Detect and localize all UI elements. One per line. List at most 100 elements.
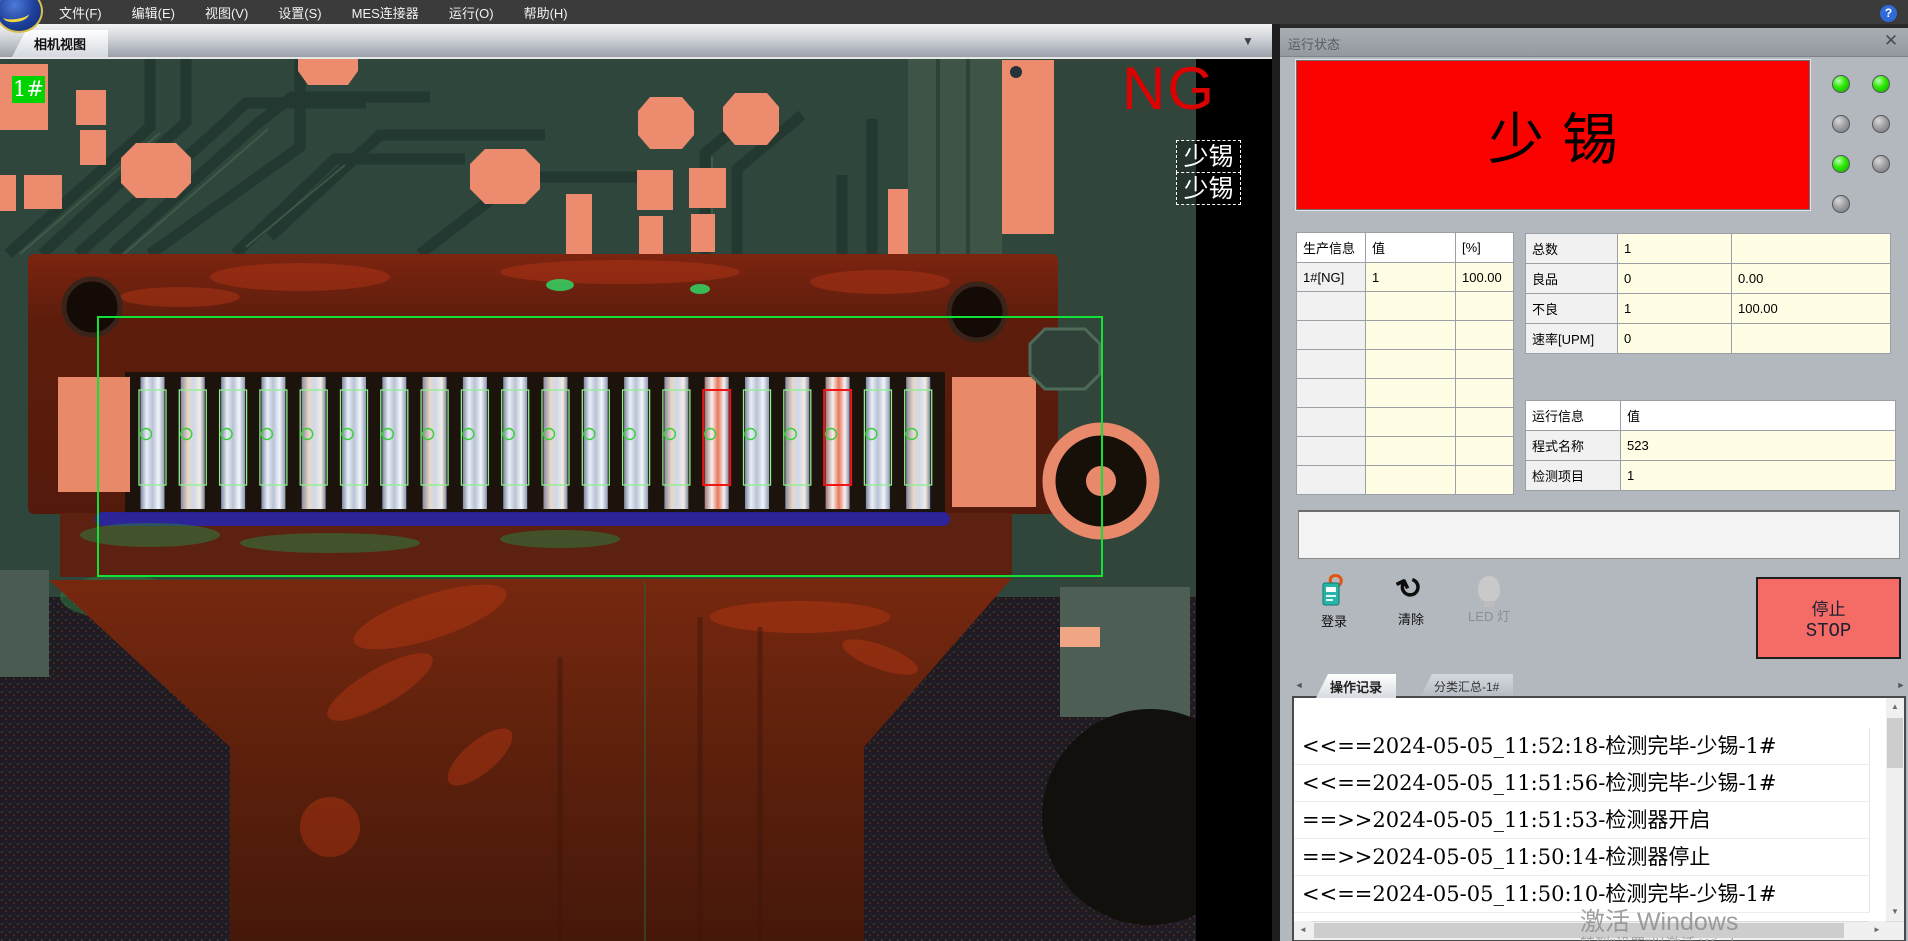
table-cell [1366, 408, 1456, 437]
table-cell [1456, 350, 1514, 379]
table-cell: 1 [1618, 234, 1732, 264]
login-label: 登录 [1321, 611, 1347, 630]
table-cell [1297, 466, 1366, 495]
table-cell [1297, 292, 1366, 321]
table-cell [1456, 379, 1514, 408]
menu-item[interactable]: 运行(O) [434, 3, 509, 22]
scroll-up-icon[interactable]: ▲ [1886, 698, 1904, 716]
table-row: 1#[NG]1100.00 [1297, 263, 1514, 292]
menu-item[interactable]: 文件(F) [44, 3, 117, 22]
table-cell [1456, 321, 1514, 350]
menu-item[interactable]: 编辑(E) [117, 3, 190, 22]
table-cell [1297, 321, 1366, 350]
ng-result-text: NG [1122, 59, 1216, 119]
column-header: 生产信息 [1297, 233, 1366, 263]
table-cell [1366, 466, 1456, 495]
status-light-off [1832, 115, 1850, 133]
table-cell: 100.00 [1732, 294, 1891, 324]
led-light-button[interactable]: LED 灯 [1457, 573, 1521, 637]
solder-pin [141, 377, 165, 509]
table-row [1297, 437, 1514, 466]
table-cell [1297, 408, 1366, 437]
message-box [1298, 510, 1900, 559]
solder-pin [503, 377, 527, 509]
table-cell: 1 [1621, 461, 1896, 491]
table-row: 程式名称523 [1526, 431, 1896, 461]
camera-tab-strip: 相机视图 ▼ [0, 24, 1272, 59]
defect-banner-text: 少锡 [1470, 95, 1636, 176]
status-light-on [1832, 75, 1850, 93]
table-cell: 1#[NG] [1297, 263, 1366, 292]
scroll-down-icon[interactable]: ▼ [1886, 903, 1904, 921]
run-info-table: 运行信息值程式名称523检测项目1 [1525, 400, 1896, 491]
camera-viewport: 1# NG 少锡 少锡 [0, 57, 1272, 941]
log-entry[interactable]: ==>>2024-05-05_11:50:14-检测器停止 [1294, 839, 1870, 876]
log-entry[interactable]: ==>>2024-05-05_11:51:53-检测器开启 [1294, 802, 1870, 839]
menu-items: 文件(F)编辑(E)视图(V)设置(S)MES连接器运行(O)帮助(H) [44, 0, 583, 24]
horizontal-scroll-thumb[interactable] [1314, 923, 1844, 938]
tab-scroll-left-icon[interactable]: ◄ [1292, 678, 1306, 692]
status-lights-left [1832, 75, 1850, 213]
table-cell: 不良 [1526, 294, 1618, 324]
table-cell: 0 [1618, 264, 1732, 294]
defect-banner: 少锡 [1296, 60, 1810, 210]
table-cell: 1 [1366, 263, 1456, 292]
production-info-table: 生产信息值[%]1#[NG]1100.00 [1296, 232, 1514, 495]
stop-label-en: STOP [1806, 620, 1852, 642]
table-cell: 0.00 [1732, 264, 1891, 294]
table-cell [1732, 324, 1891, 354]
table-cell: 0 [1618, 324, 1732, 354]
table-cell: 总数 [1526, 234, 1618, 264]
log-entry[interactable]: <<==2024-05-05_11:52:18-检测完毕-少锡-1# [1294, 728, 1870, 765]
tab-scroll-right-icon[interactable]: ► [1894, 678, 1908, 692]
run-status-panel: 运行状态 ✕ 少锡 生产信息值[%]1#[NG]1100.00 总数1良品00.… [1280, 28, 1908, 941]
log-tab-bar: ◄ 操作记录 分类汇总-1# ► [1292, 672, 1908, 698]
table-row [1297, 321, 1514, 350]
table-cell: 速率[UPM] [1526, 324, 1618, 354]
tab-camera-view[interactable]: 相机视图 [12, 30, 108, 57]
table-cell [1456, 466, 1514, 495]
status-light-off [1872, 155, 1890, 173]
status-light-on [1872, 75, 1890, 93]
solder-pin [664, 377, 688, 509]
table-cell [1366, 321, 1456, 350]
column-header: 值 [1621, 401, 1896, 431]
tab-category-summary[interactable]: 分类汇总-1# [1420, 674, 1513, 698]
log-entry[interactable]: <<==2024-05-05_11:51:56-检测完毕-少锡-1# [1294, 765, 1870, 802]
defect-label: 少锡 [1176, 172, 1241, 205]
menu-item[interactable]: 帮助(H) [509, 3, 583, 22]
table-row [1297, 408, 1514, 437]
table-cell [1297, 437, 1366, 466]
scroll-right-icon[interactable]: ► [1868, 921, 1886, 939]
table-cell [1366, 292, 1456, 321]
menu-item[interactable]: MES连接器 [337, 3, 434, 22]
vertical-scroll-thumb[interactable] [1887, 718, 1903, 768]
table-cell [1366, 437, 1456, 466]
clear-button[interactable]: ↻ 清除 [1379, 573, 1443, 637]
solder-pin [423, 377, 447, 509]
solder-pin [342, 377, 366, 509]
bulb-icon [1478, 576, 1500, 602]
stop-button[interactable]: 停止 STOP [1756, 577, 1901, 659]
scroll-left-icon[interactable]: ◄ [1294, 921, 1312, 939]
solder-pin [463, 377, 487, 509]
column-header: 值 [1366, 233, 1456, 263]
close-icon[interactable]: ✕ [1882, 32, 1900, 50]
solder-pin [382, 377, 406, 509]
windows-activation-watermark-sub: 转到"设置"以激活 Windows [1580, 933, 1761, 941]
tab-operation-log[interactable]: 操作记录 [1316, 674, 1396, 698]
table-cell [1366, 350, 1456, 379]
table-cell [1456, 408, 1514, 437]
menu-item[interactable]: 视图(V) [190, 3, 263, 22]
login-button[interactable]: 登录 [1302, 573, 1366, 637]
table-row: 运行信息值 [1526, 401, 1896, 431]
help-icon[interactable]: ? [1880, 5, 1897, 22]
chevron-down-icon[interactable]: ▼ [1234, 30, 1262, 52]
badge-icon [1317, 573, 1351, 607]
table-cell [1456, 437, 1514, 466]
table-cell: 100.00 [1456, 263, 1514, 292]
solder-pin [221, 377, 245, 509]
stop-label-cn: 停止 [1812, 595, 1846, 620]
menu-item[interactable]: 设置(S) [263, 3, 336, 22]
menu-bar: 文件(F)编辑(E)视图(V)设置(S)MES连接器运行(O)帮助(H) ? [0, 0, 1908, 24]
